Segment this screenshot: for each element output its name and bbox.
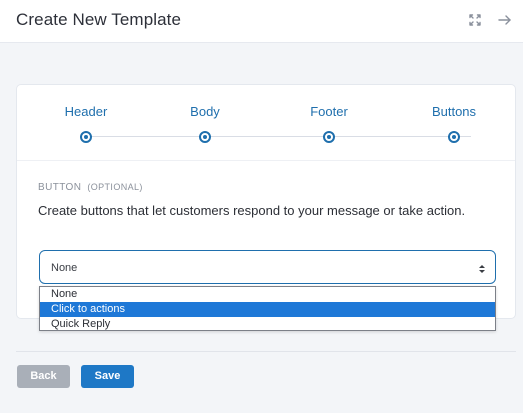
optional-label: (OPTIONAL) bbox=[87, 182, 143, 192]
step-label: Footer bbox=[310, 104, 348, 119]
section-description: Create buttons that let customers respon… bbox=[38, 203, 466, 218]
chevron-updown-icon bbox=[478, 262, 486, 274]
step-dot bbox=[323, 131, 335, 143]
button-type-select[interactable]: None bbox=[39, 250, 496, 284]
save-button[interactable]: Save bbox=[81, 365, 134, 388]
top-bar: Create New Template bbox=[0, 0, 523, 43]
step-buttons[interactable]: Buttons bbox=[414, 104, 494, 143]
step-dot bbox=[80, 131, 92, 143]
step-footer[interactable]: Footer bbox=[289, 104, 369, 143]
option-none[interactable]: None bbox=[40, 287, 495, 302]
step-label: Body bbox=[190, 104, 220, 119]
select-dropdown: None Click to actions Quick Reply bbox=[39, 286, 496, 331]
arrow-right-icon[interactable] bbox=[497, 11, 513, 29]
template-card: Header Body Footer Buttons BUTTON (OPTION… bbox=[16, 84, 516, 319]
page-title: Create New Template bbox=[16, 10, 182, 29]
step-label: Buttons bbox=[431, 104, 477, 119]
step-header[interactable]: Header bbox=[46, 104, 126, 143]
button-label: BUTTON bbox=[38, 182, 82, 193]
step-dot bbox=[199, 131, 211, 143]
stepper-line bbox=[87, 136, 471, 137]
step-body[interactable]: Body bbox=[165, 104, 245, 143]
step-label: Header bbox=[64, 104, 108, 119]
select-value: None bbox=[51, 262, 78, 274]
stepper: Header Body Footer Buttons bbox=[17, 85, 515, 161]
back-button[interactable]: Back bbox=[17, 365, 70, 388]
expand-icon[interactable] bbox=[467, 11, 483, 29]
section-label: BUTTON (OPTIONAL) bbox=[38, 182, 143, 193]
step-dot bbox=[448, 131, 460, 143]
option-quick-reply[interactable]: Quick Reply bbox=[40, 317, 495, 332]
option-click-to-actions[interactable]: Click to actions bbox=[40, 302, 495, 317]
footer-divider bbox=[16, 351, 516, 352]
